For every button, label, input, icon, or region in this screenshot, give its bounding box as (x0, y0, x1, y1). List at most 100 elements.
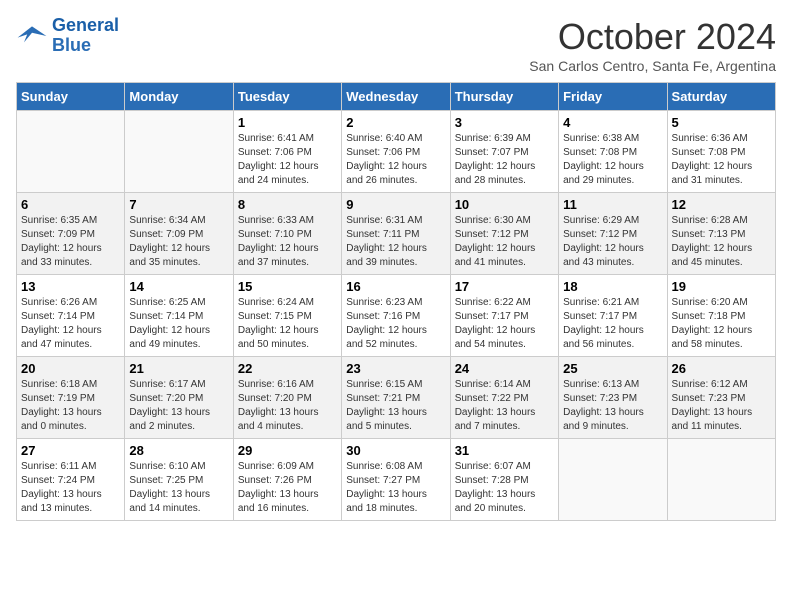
day-number: 20 (21, 361, 120, 376)
page-header: General Blue October 2024 San Carlos Cen… (16, 16, 776, 74)
day-info: Sunrise: 6:28 AM Sunset: 7:13 PM Dayligh… (672, 214, 771, 270)
day-info: Sunrise: 6:24 AM Sunset: 7:15 PM Dayligh… (238, 296, 337, 352)
calendar-cell: 25Sunrise: 6:13 AM Sunset: 7:23 PM Dayli… (559, 357, 667, 439)
day-number: 2 (346, 115, 445, 130)
week-row-5: 27Sunrise: 6:11 AM Sunset: 7:24 PM Dayli… (17, 439, 776, 521)
calendar-cell: 12 Sunrise: 6:28 AM Sunset: 7:13 PM Dayli… (667, 193, 775, 275)
column-header-saturday: Saturday (667, 83, 775, 111)
day-number: 7 (129, 197, 228, 212)
calendar-cell (17, 111, 125, 193)
column-header-thursday: Thursday (450, 83, 558, 111)
day-info: Sunrise: 6:07 AM Sunset: 7:28 PM Dayligh… (455, 460, 554, 516)
day-number: 3 (455, 115, 554, 130)
column-header-sunday: Sunday (17, 83, 125, 111)
calendar-cell: 31 Sunrise: 6:07 AM Sunset: 7:28 PM Dayli… (450, 439, 558, 521)
day-number: 1 (238, 115, 337, 130)
day-number: 22 (238, 361, 337, 376)
day-info: Sunrise: 6:15 AM Sunset: 7:21 PM Dayligh… (346, 378, 445, 434)
calendar-cell: 14 Sunrise: 6:25 AM Sunset: 7:14 PM Dayli… (125, 275, 233, 357)
day-info: Sunrise: 6:17 AM Sunset: 7:20 PM Dayligh… (129, 378, 228, 434)
day-info: Sunrise: 6:39 AM Sunset: 7:07 PM Dayligh… (455, 132, 554, 188)
day-number: 21 (129, 361, 228, 376)
calendar-cell: 16Sunrise: 6:23 AM Sunset: 7:16 PM Dayli… (342, 275, 450, 357)
column-header-monday: Monday (125, 83, 233, 111)
day-info: Sunrise: 6:33 AM Sunset: 7:10 PM Dayligh… (238, 214, 337, 270)
day-number: 8 (238, 197, 337, 212)
day-number: 6 (21, 197, 120, 212)
location-subtitle: San Carlos Centro, Santa Fe, Argentina (529, 58, 776, 74)
calendar-cell: 15 Sunrise: 6:24 AM Sunset: 7:15 PM Dayli… (233, 275, 341, 357)
calendar-cell: 19 Sunrise: 6:20 AM Sunset: 7:18 PM Dayli… (667, 275, 775, 357)
day-info: Sunrise: 6:34 AM Sunset: 7:09 PM Dayligh… (129, 214, 228, 270)
day-info: Sunrise: 6:09 AM Sunset: 7:26 PM Dayligh… (238, 460, 337, 516)
calendar-table: SundayMondayTuesdayWednesdayThursdayFrid… (16, 82, 776, 521)
calendar-cell: 13 Sunrise: 6:26 AM Sunset: 7:14 PM Dayli… (17, 275, 125, 357)
week-row-2: 6Sunrise: 6:35 AM Sunset: 7:09 PM Daylig… (17, 193, 776, 275)
calendar-cell (559, 439, 667, 521)
calendar-cell (125, 111, 233, 193)
day-number: 25 (563, 361, 662, 376)
calendar-cell: 10Sunrise: 6:30 AM Sunset: 7:12 PM Dayli… (450, 193, 558, 275)
day-number: 24 (455, 361, 554, 376)
calendar-cell: 2 Sunrise: 6:40 AM Sunset: 7:06 PM Daylig… (342, 111, 450, 193)
calendar-cell: 27Sunrise: 6:11 AM Sunset: 7:24 PM Dayli… (17, 439, 125, 521)
week-row-1: 1 Sunrise: 6:41 AM Sunset: 7:06 PM Daylig… (17, 111, 776, 193)
day-number: 19 (672, 279, 771, 294)
day-info: Sunrise: 6:38 AM Sunset: 7:08 PM Dayligh… (563, 132, 662, 188)
calendar-cell: 6Sunrise: 6:35 AM Sunset: 7:09 PM Daylig… (17, 193, 125, 275)
calendar-cell: 11 Sunrise: 6:29 AM Sunset: 7:12 PM Dayli… (559, 193, 667, 275)
day-number: 31 (455, 443, 554, 458)
calendar-cell: 23 Sunrise: 6:15 AM Sunset: 7:21 PM Dayli… (342, 357, 450, 439)
week-row-4: 20 Sunrise: 6:18 AM Sunset: 7:19 PM Dayli… (17, 357, 776, 439)
day-info: Sunrise: 6:36 AM Sunset: 7:08 PM Dayligh… (672, 132, 771, 188)
calendar-cell: 30Sunrise: 6:08 AM Sunset: 7:27 PM Dayli… (342, 439, 450, 521)
calendar-cell: 5 Sunrise: 6:36 AM Sunset: 7:08 PM Daylig… (667, 111, 775, 193)
calendar-cell: 20 Sunrise: 6:18 AM Sunset: 7:19 PM Dayli… (17, 357, 125, 439)
calendar-cell (667, 439, 775, 521)
day-number: 14 (129, 279, 228, 294)
calendar-cell: 24 Sunrise: 6:14 AM Sunset: 7:22 PM Dayli… (450, 357, 558, 439)
day-number: 5 (672, 115, 771, 130)
day-info: Sunrise: 6:22 AM Sunset: 7:17 PM Dayligh… (455, 296, 554, 352)
calendar-cell: 29Sunrise: 6:09 AM Sunset: 7:26 PM Dayli… (233, 439, 341, 521)
day-info: Sunrise: 6:23 AM Sunset: 7:16 PM Dayligh… (346, 296, 445, 352)
column-header-wednesday: Wednesday (342, 83, 450, 111)
day-number: 11 (563, 197, 662, 212)
day-number: 26 (672, 361, 771, 376)
day-info: Sunrise: 6:18 AM Sunset: 7:19 PM Dayligh… (21, 378, 120, 434)
calendar-cell: 26Sunrise: 6:12 AM Sunset: 7:23 PM Dayli… (667, 357, 775, 439)
week-row-3: 13 Sunrise: 6:26 AM Sunset: 7:14 PM Dayli… (17, 275, 776, 357)
day-number: 4 (563, 115, 662, 130)
calendar-cell: 21 Sunrise: 6:17 AM Sunset: 7:20 PM Dayli… (125, 357, 233, 439)
calendar-cell: 7 Sunrise: 6:34 AM Sunset: 7:09 PM Daylig… (125, 193, 233, 275)
logo-text: General Blue (52, 16, 119, 56)
calendar-cell: 22 Sunrise: 6:16 AM Sunset: 7:20 PM Dayli… (233, 357, 341, 439)
day-info: Sunrise: 6:14 AM Sunset: 7:22 PM Dayligh… (455, 378, 554, 434)
calendar-cell: 4 Sunrise: 6:38 AM Sunset: 7:08 PM Daylig… (559, 111, 667, 193)
logo: General Blue (16, 16, 119, 56)
day-info: Sunrise: 6:29 AM Sunset: 7:12 PM Dayligh… (563, 214, 662, 270)
day-info: Sunrise: 6:40 AM Sunset: 7:06 PM Dayligh… (346, 132, 445, 188)
day-number: 13 (21, 279, 120, 294)
day-info: Sunrise: 6:21 AM Sunset: 7:17 PM Dayligh… (563, 296, 662, 352)
title-block: October 2024 San Carlos Centro, Santa Fe… (529, 16, 776, 74)
day-number: 17 (455, 279, 554, 294)
day-info: Sunrise: 6:20 AM Sunset: 7:18 PM Dayligh… (672, 296, 771, 352)
day-number: 15 (238, 279, 337, 294)
day-number: 12 (672, 197, 771, 212)
day-info: Sunrise: 6:16 AM Sunset: 7:20 PM Dayligh… (238, 378, 337, 434)
day-number: 18 (563, 279, 662, 294)
day-info: Sunrise: 6:41 AM Sunset: 7:06 PM Dayligh… (238, 132, 337, 188)
calendar-cell: 28Sunrise: 6:10 AM Sunset: 7:25 PM Dayli… (125, 439, 233, 521)
day-number: 9 (346, 197, 445, 212)
day-info: Sunrise: 6:30 AM Sunset: 7:12 PM Dayligh… (455, 214, 554, 270)
calendar-header-row: SundayMondayTuesdayWednesdayThursdayFrid… (17, 83, 776, 111)
day-info: Sunrise: 6:25 AM Sunset: 7:14 PM Dayligh… (129, 296, 228, 352)
day-number: 23 (346, 361, 445, 376)
calendar-cell: 18 Sunrise: 6:21 AM Sunset: 7:17 PM Dayli… (559, 275, 667, 357)
day-info: Sunrise: 6:31 AM Sunset: 7:11 PM Dayligh… (346, 214, 445, 270)
day-number: 28 (129, 443, 228, 458)
day-info: Sunrise: 6:26 AM Sunset: 7:14 PM Dayligh… (21, 296, 120, 352)
day-number: 30 (346, 443, 445, 458)
calendar-cell: 17 Sunrise: 6:22 AM Sunset: 7:17 PM Dayli… (450, 275, 558, 357)
